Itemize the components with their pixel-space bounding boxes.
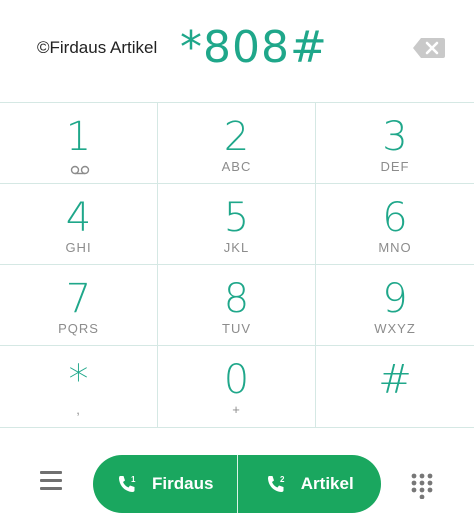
key-9[interactable]: 9 WXYZ [316,265,474,346]
key-digit: 4 [65,195,92,241]
phone-sim1-icon: 1 [119,475,136,492]
dial-header: ©Firdaus Artikel *808# [0,0,474,102]
key-1[interactable]: 1 [0,103,158,184]
key-letters: JKL [223,240,250,255]
dialed-number-display[interactable]: *808# [180,22,328,73]
key-digit: 2 [223,114,250,160]
key-digit: # [378,357,412,403]
call-sim1-button[interactable]: 1 Firdaus [93,455,237,513]
key-letters: MNO [378,240,412,255]
key-6[interactable]: 6 MNO [316,184,474,265]
dual-sim-call-group: 1 Firdaus 2 Artikel [93,455,381,513]
key-letters: , [76,402,81,417]
call-sim2-label: Artikel [300,474,354,493]
voicemail-icon [70,162,90,175]
key-star[interactable]: * , [0,346,158,427]
key-letters: TUV [222,321,251,336]
key-letters: + [232,402,241,417]
key-0[interactable]: 0 + [158,346,316,427]
key-hash[interactable]: # [316,346,474,427]
svg-text:2: 2 [280,475,285,484]
key-7[interactable]: 7 PQRS [0,265,158,346]
phone-sim2-icon: 2 [267,475,285,492]
key-digit: 0 [223,357,250,403]
key-letters: WXYZ [374,321,416,336]
key-digit: 5 [223,195,250,241]
key-digit: 1 [65,114,92,160]
key-digit: 9 [382,276,408,322]
watermark-text: ©Firdaus Artikel [37,38,158,57]
key-digit: * [68,357,89,403]
key-letters: GHI [65,240,92,255]
menu-icon[interactable] [40,471,64,491]
key-4[interactable]: 4 GHI [0,184,158,265]
key-letters: ABC [221,159,252,174]
key-letters: DEF [380,159,410,174]
dial-keypad: 1 2 ABC 3 DEF 4 GHI 5 JKL 6 MNO 7 PQRS 8… [0,102,474,428]
call-sim1-label: Firdaus [152,474,214,493]
svg-text:1: 1 [131,475,136,484]
key-3[interactable]: 3 DEF [316,103,474,184]
dialpad-icon[interactable] [411,473,433,500]
key-5[interactable]: 5 JKL [158,184,316,265]
key-2[interactable]: 2 ABC [158,103,316,184]
key-letters: PQRS [58,321,99,336]
key-digit: 8 [223,276,250,322]
backspace-icon[interactable] [412,36,446,60]
key-8[interactable]: 8 TUV [158,265,316,346]
call-bar: 1 Firdaus 2 Artikel [0,428,474,514]
key-digit: 6 [382,195,408,241]
key-digit: 7 [65,276,92,322]
call-sim2-button[interactable]: 2 Artikel [236,455,382,513]
key-digit: 3 [382,114,408,160]
